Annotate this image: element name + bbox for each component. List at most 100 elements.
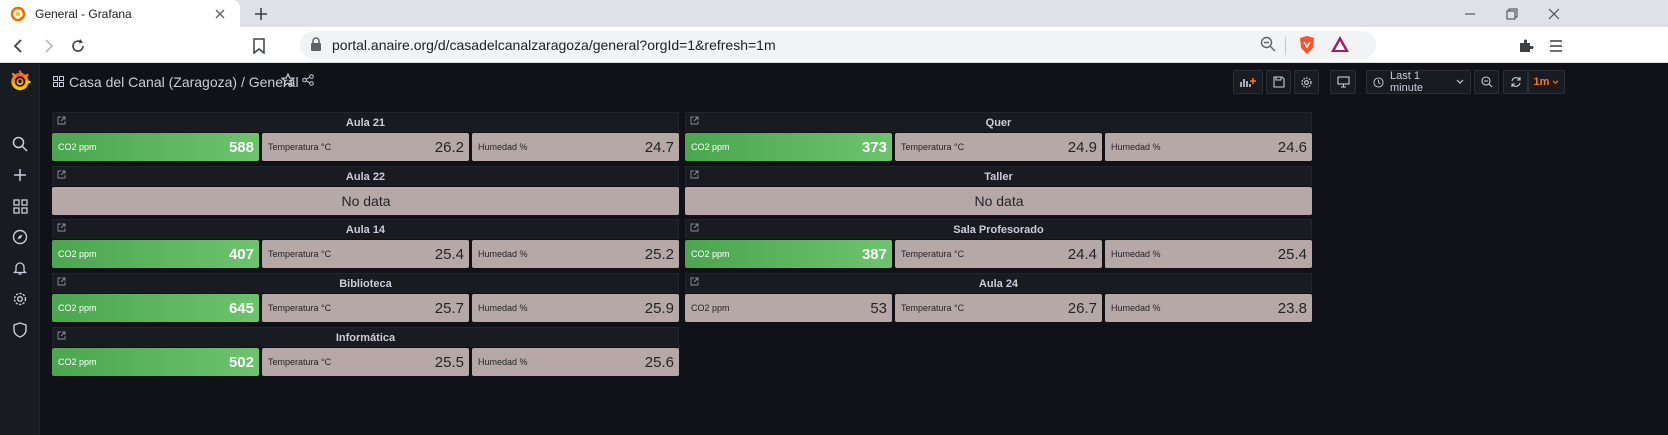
clock-icon	[1373, 76, 1384, 88]
refresh-dashboard-button[interactable]	[1503, 70, 1528, 94]
stat-hum[interactable]: Humedad % 25.6	[472, 348, 679, 376]
panel-title[interactable]: Sala Profesorado	[685, 219, 1312, 239]
stat-hum[interactable]: Humedad % 25.9	[472, 294, 679, 322]
stat-label: Humedad %	[478, 303, 528, 313]
create-plus-icon[interactable]	[8, 163, 32, 187]
panel-title[interactable]: Taller	[685, 166, 1312, 186]
stat-co2[interactable]: CO2 ppm 645	[52, 294, 259, 322]
stat-co2[interactable]: CO2 ppm 53	[685, 294, 892, 322]
stat-temp[interactable]: Temperatura °C 25.5	[262, 348, 469, 376]
panel-row-aula24: Aula 24 CO2 ppm 53 Temperatura °C 26.7 Humeda…	[685, 273, 1312, 325]
refresh-interval-picker[interactable]: 1m	[1528, 70, 1565, 94]
stat-hum[interactable]: Humedad % 25.2	[472, 240, 679, 268]
external-link-icon[interactable]	[57, 170, 66, 179]
panel-title[interactable]: Aula 22	[52, 166, 679, 186]
external-link-icon[interactable]	[57, 331, 66, 340]
external-link-icon[interactable]	[57, 277, 66, 286]
stat-value: 24.9	[1067, 138, 1097, 156]
new-tab-plus-icon[interactable]	[252, 5, 270, 23]
server-admin-shield-icon[interactable]	[8, 318, 32, 342]
cycle-view-mode-button[interactable]	[1330, 70, 1356, 94]
stat-temp[interactable]: Temperatura °C 25.7	[262, 294, 469, 322]
stat-co2[interactable]: CO2 ppm 407	[52, 240, 259, 268]
time-range-label: Last 1 minute	[1390, 70, 1424, 94]
zoom-out-time-button[interactable]	[1474, 70, 1499, 94]
minimize-window-icon[interactable]	[1460, 4, 1480, 24]
stat-value: 502	[228, 353, 254, 371]
panel-title[interactable]: Informática	[52, 327, 679, 347]
browser-tab[interactable]: General - Grafana	[0, 0, 240, 27]
panel-title[interactable]: Biblioteca	[52, 273, 679, 293]
external-link-icon[interactable]	[690, 116, 699, 125]
save-dashboard-button[interactable]	[1266, 70, 1291, 94]
search-icon[interactable]	[8, 132, 32, 156]
stat-hum[interactable]: Humedad % 24.6	[1105, 133, 1312, 161]
panel-row-taller: Taller No data	[685, 166, 1312, 218]
panel-title-text: Sala Profesorado	[953, 223, 1044, 236]
close-tab-icon[interactable]	[212, 6, 228, 22]
panel-title[interactable]: Aula 21	[52, 112, 679, 132]
stat-co2[interactable]: CO2 ppm 502	[52, 348, 259, 376]
browser-menu-icon[interactable]	[1545, 35, 1567, 57]
stat-value: 25.4	[1277, 245, 1307, 263]
star-icon[interactable]	[281, 73, 295, 87]
stat-label: CO2 ppm	[58, 142, 97, 152]
stat-value: 645	[228, 299, 254, 317]
forward-arrow-icon[interactable]	[37, 35, 59, 57]
stat-label: CO2 ppm	[58, 249, 97, 259]
panel-title[interactable]: Quer	[685, 112, 1312, 132]
external-link-icon[interactable]	[57, 116, 66, 125]
bookmark-icon[interactable]	[248, 35, 270, 57]
no-data-panel[interactable]: No data	[52, 187, 679, 215]
dashboard-settings-button[interactable]	[1294, 70, 1319, 94]
stat-temp[interactable]: Temperatura °C 26.2	[262, 133, 469, 161]
stat-hum[interactable]: Humedad % 25.4	[1105, 240, 1312, 268]
stat-co2[interactable]: CO2 ppm 588	[52, 133, 259, 161]
panel-row-biblioteca: Biblioteca CO2 ppm 645 Temperatura °C 25.7 Hu…	[52, 273, 679, 325]
panel-title-text: Informática	[335, 331, 396, 344]
time-picker-button[interactable]: Last 1 minute	[1366, 70, 1471, 94]
restore-window-icon[interactable]	[1502, 4, 1522, 24]
no-data-panel[interactable]: No data	[685, 187, 1312, 215]
stat-value: 25.5	[434, 353, 464, 371]
stat-value: 387	[861, 245, 887, 263]
panel-title[interactable]: Aula 14	[52, 219, 679, 239]
stat-co2[interactable]: CO2 ppm 387	[685, 240, 892, 268]
stat-temp[interactable]: Temperatura °C 24.9	[895, 133, 1102, 161]
stat-value: 24.6	[1277, 138, 1307, 156]
zoom-out-icon[interactable]	[1260, 36, 1276, 52]
dashboard-nav-bar: Casa del Canal (Zaragoza) / General Last…	[40, 64, 1668, 102]
stat-co2[interactable]: CO2 ppm 373	[685, 133, 892, 161]
stat-value: 23.8	[1277, 299, 1307, 317]
address-bar[interactable]: portal.anaire.org/d/casadelcanalzaragoza…	[300, 31, 1376, 59]
stat-temp[interactable]: Temperatura °C 26.7	[895, 294, 1102, 322]
chevron-down-icon	[1456, 79, 1464, 84]
grafana-logo-icon[interactable]	[8, 69, 32, 93]
stat-hum[interactable]: Humedad % 23.8	[1105, 294, 1312, 322]
dashboard-title[interactable]: Casa del Canal (Zaragoza) / General	[69, 74, 299, 90]
add-panel-button[interactable]	[1233, 70, 1263, 94]
external-link-icon[interactable]	[690, 277, 699, 286]
explore-compass-icon[interactable]	[8, 225, 32, 249]
tab-title: General - Grafana	[35, 6, 132, 21]
external-link-icon[interactable]	[57, 223, 66, 232]
configuration-gear-icon[interactable]	[8, 287, 32, 311]
stat-temp[interactable]: Temperatura °C 25.4	[262, 240, 469, 268]
stat-value: 53	[870, 299, 887, 317]
panel-title[interactable]: Aula 24	[685, 273, 1312, 293]
lock-icon	[311, 37, 321, 51]
back-arrow-icon[interactable]	[8, 35, 30, 57]
external-link-icon[interactable]	[690, 223, 699, 232]
stat-temp[interactable]: Temperatura °C 24.4	[895, 240, 1102, 268]
share-icon[interactable]	[302, 74, 314, 86]
external-link-icon[interactable]	[690, 170, 699, 179]
stat-label: Temperatura °C	[901, 249, 965, 259]
extensions-puzzle-icon[interactable]	[1515, 35, 1537, 57]
reload-icon[interactable]	[67, 35, 89, 57]
dashboards-grid-icon[interactable]	[8, 194, 32, 218]
stat-hum[interactable]: Humedad % 24.7	[472, 133, 679, 161]
alerting-bell-icon[interactable]	[8, 256, 32, 280]
close-window-icon[interactable]	[1544, 4, 1564, 24]
brave-shields-icon[interactable]	[1298, 35, 1316, 55]
brave-rewards-icon[interactable]	[1330, 35, 1350, 53]
